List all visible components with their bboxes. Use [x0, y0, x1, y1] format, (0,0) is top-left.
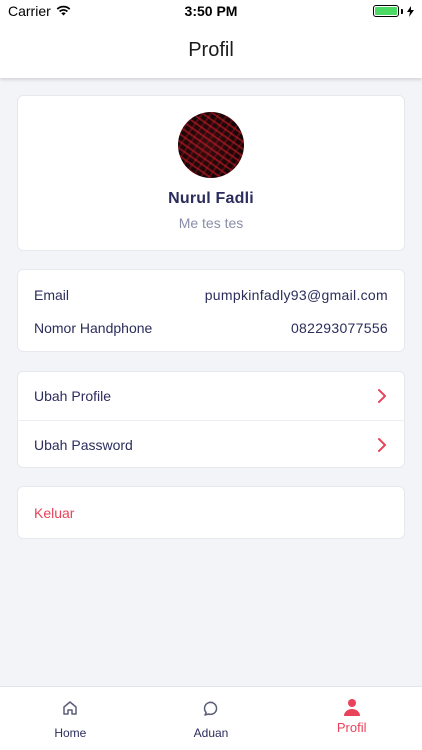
chat-bubble-icon [203, 701, 218, 716]
phone-label: Nomor Handphone [34, 319, 153, 336]
tab-label: Aduan [193, 726, 229, 740]
tab-aduan[interactable]: Aduan [141, 687, 282, 750]
email-value: pumpkinfadly93@gmail.com [204, 286, 388, 303]
carrier-label: Carrier [8, 3, 51, 19]
tab-bar: Home Aduan Profil [0, 686, 422, 750]
logout-label: Keluar [34, 504, 75, 521]
avatar[interactable] [178, 112, 244, 178]
nav-header: Profil [0, 22, 422, 78]
phone-row: Nomor Handphone 082293077556 [34, 311, 388, 344]
home-icon [63, 701, 78, 715]
info-card: Email pumpkinfadly93@gmail.com Nomor Han… [17, 269, 405, 352]
change-password-button[interactable]: Ubah Password [18, 420, 404, 468]
chevron-right-icon [378, 389, 386, 403]
status-bar: Carrier 3:50 PM [0, 0, 422, 22]
logout-button[interactable]: Keluar [17, 486, 405, 539]
email-row: Email pumpkinfadly93@gmail.com [34, 278, 388, 311]
status-left: Carrier [8, 3, 71, 19]
chevron-right-icon [378, 437, 386, 452]
profile-bio: Me tes tes [178, 215, 244, 231]
tab-home[interactable]: Home [0, 687, 141, 750]
profile-name: Nurul Fadli [168, 190, 254, 207]
wifi-icon [56, 3, 71, 19]
profile-card: Nurul Fadli Me tes tes [17, 95, 405, 251]
person-icon [343, 699, 360, 716]
tab-label: Home [54, 726, 87, 740]
menu-item-label: Ubah Password [34, 436, 133, 453]
menu-item-label: Ubah Profile [34, 388, 112, 404]
tab-profil[interactable]: Profil [281, 687, 422, 750]
tab-label: Profil [336, 720, 367, 735]
edit-profile-button[interactable]: Ubah Profile [18, 372, 404, 420]
email-label: Email [34, 286, 70, 303]
battery-icon [373, 5, 414, 17]
menu-card: Ubah Profile Ubah Password [17, 371, 405, 468]
phone-value: 082293077556 [290, 319, 388, 336]
page-title: Profil [188, 38, 234, 61]
